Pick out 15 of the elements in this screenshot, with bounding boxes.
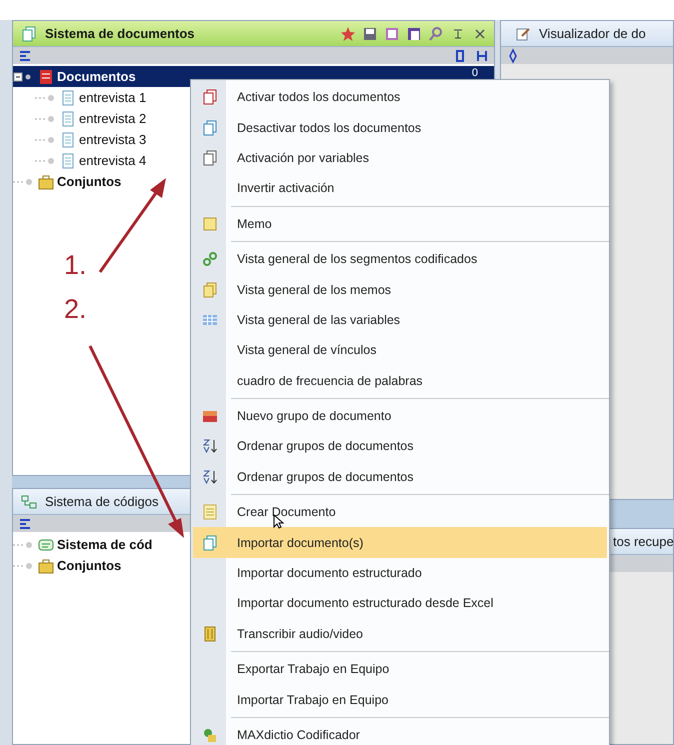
tree-label: entrevista 3 <box>79 132 146 147</box>
pane-title: Sistema de códigos <box>45 494 158 509</box>
annotation-number: 1. <box>64 250 87 281</box>
count-label: 0 <box>472 67 478 79</box>
pane-title: tos recupe <box>613 534 674 549</box>
annotation-number: 2. <box>64 294 87 325</box>
pane-title: Visualizador de do <box>539 26 646 41</box>
tree-label: Documentos <box>57 69 136 84</box>
pane-title: Sistema de documentos <box>45 26 195 41</box>
tree-label: entrevista 1 <box>79 90 146 105</box>
tree-label: Conjuntos <box>57 174 122 189</box>
tree-label: entrevista 4 <box>79 153 146 168</box>
tree-label: Conjuntos <box>57 558 122 573</box>
tree-label: entrevista 2 <box>79 111 146 126</box>
tree-label: Sistema de cód <box>57 537 152 552</box>
